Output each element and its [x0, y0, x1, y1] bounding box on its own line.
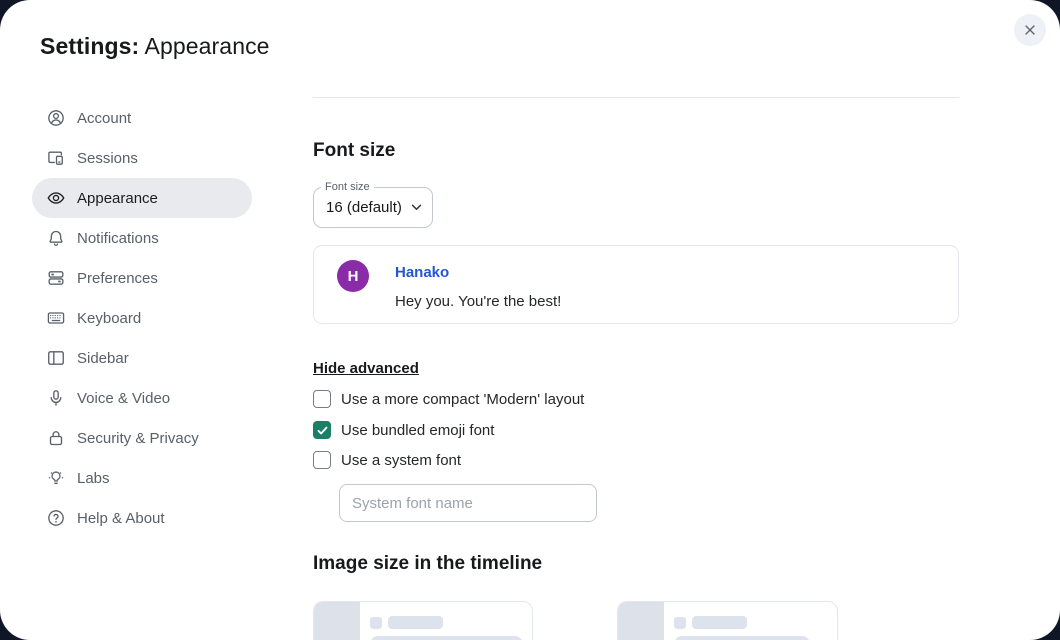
- sidebar-item-notifications[interactable]: Notifications: [32, 218, 252, 258]
- sidebar-item-label: Notifications: [77, 230, 159, 247]
- account-icon: [46, 108, 66, 128]
- close-button[interactable]: [1014, 14, 1046, 46]
- keyboard-icon: [46, 308, 66, 328]
- question-icon: [46, 508, 66, 528]
- message-sender: Hanako: [395, 264, 561, 281]
- font-size-select-value: 16 (default): [326, 199, 402, 216]
- checkbox-unchecked[interactable]: [313, 451, 331, 469]
- section-divider: [313, 97, 959, 98]
- image-size-option-2[interactable]: [617, 601, 838, 640]
- sidebar-item-preferences[interactable]: Preferences: [32, 258, 252, 298]
- image-thumbnail-placeholder: [314, 602, 360, 640]
- eye-icon: [46, 188, 66, 208]
- skeleton-name-bar: [388, 616, 443, 629]
- sidebar-item-help-about[interactable]: Help & About: [32, 498, 252, 538]
- checkbox-label: Use a more compact 'Modern' layout: [341, 391, 584, 408]
- message-body: Hey you. You're the best!: [395, 293, 561, 310]
- checkbox-row-use-bundled-emoji-font[interactable]: Use bundled emoji font: [313, 421, 494, 439]
- sidebar-item-label: Security & Privacy: [77, 430, 199, 447]
- sidebar-icon: [46, 348, 66, 368]
- font-size-select-label: Font size: [321, 180, 374, 194]
- sidebar-item-sidebar[interactable]: Sidebar: [32, 338, 252, 378]
- sidebar-item-label: Labs: [77, 470, 110, 487]
- checkbox-unchecked[interactable]: [313, 390, 331, 408]
- sessions-icon: [46, 148, 66, 168]
- sidebar-item-label: Voice & Video: [77, 390, 170, 407]
- sidebar-item-label: Sessions: [77, 150, 138, 167]
- sidebar-item-voice-video[interactable]: Voice & Video: [32, 378, 252, 418]
- avatar: H: [337, 260, 369, 292]
- page-title: Settings: Appearance: [40, 33, 270, 60]
- sidebar-item-account[interactable]: Account: [32, 98, 252, 138]
- bell-icon: [46, 228, 66, 248]
- settings-dialog: Settings: Appearance Account Sessions Appe…: [0, 0, 1060, 640]
- font-size-heading: Font size: [313, 140, 395, 162]
- appearance-pane: Font size Font size 16 (default) H Hanak…: [313, 0, 959, 640]
- lock-icon: [46, 428, 66, 448]
- message-preview-text: Hanako Hey you. You're the best!: [395, 260, 561, 323]
- skeleton-name-bar: [692, 616, 747, 629]
- skeleton-avatar: [674, 617, 686, 629]
- sidebar-item-keyboard[interactable]: Keyboard: [32, 298, 252, 338]
- skeleton-message-bar: [370, 636, 523, 640]
- system-font-name-input[interactable]: [339, 484, 597, 522]
- page-title-section: Appearance: [145, 33, 270, 59]
- sidebar-item-label: Appearance: [77, 190, 158, 207]
- sidebar-item-label: Keyboard: [77, 310, 141, 327]
- sidebar-item-labs[interactable]: Labs: [32, 458, 252, 498]
- image-size-option-1[interactable]: [313, 601, 533, 640]
- sidebar-item-label: Sidebar: [77, 350, 129, 367]
- skeleton-message-bar: [674, 636, 810, 640]
- checkbox-label: Use bundled emoji font: [341, 422, 494, 439]
- screen-backdrop: Settings: Appearance Account Sessions Appe…: [0, 0, 1060, 640]
- chevron-down-icon: [411, 204, 422, 211]
- font-size-select[interactable]: Font size 16 (default): [313, 187, 433, 228]
- message-preview-card: H Hanako Hey you. You're the best!: [313, 245, 959, 324]
- image-size-heading: Image size in the timeline: [313, 553, 542, 575]
- checkbox-checked-icon[interactable]: [313, 421, 331, 439]
- skeleton-avatar: [370, 617, 382, 629]
- lightbulb-icon: [46, 468, 66, 488]
- sidebar-item-label: Account: [77, 110, 131, 127]
- checkbox-label: Use a system font: [341, 452, 461, 469]
- microphone-icon: [46, 388, 66, 408]
- sidebar-item-sessions[interactable]: Sessions: [32, 138, 252, 178]
- checkbox-row-use-a-more-compact-modern-layout[interactable]: Use a more compact 'Modern' layout: [313, 390, 584, 408]
- checkbox-row-use-a-system-font[interactable]: Use a system font: [313, 451, 461, 469]
- sidebar-item-appearance[interactable]: Appearance: [32, 178, 252, 218]
- image-thumbnail-placeholder: [618, 602, 664, 640]
- sidebar-item-label: Preferences: [77, 270, 158, 287]
- preferences-icon: [46, 268, 66, 288]
- sidebar-item-label: Help & About: [77, 510, 165, 527]
- settings-sidebar: Account Sessions Appearance Notifications Pr…: [32, 98, 252, 538]
- page-title-prefix: Settings:: [40, 33, 139, 59]
- sidebar-item-security-privacy[interactable]: Security & Privacy: [32, 418, 252, 458]
- close-icon: [1022, 22, 1038, 38]
- hide-advanced-link[interactable]: Hide advanced: [313, 360, 419, 377]
